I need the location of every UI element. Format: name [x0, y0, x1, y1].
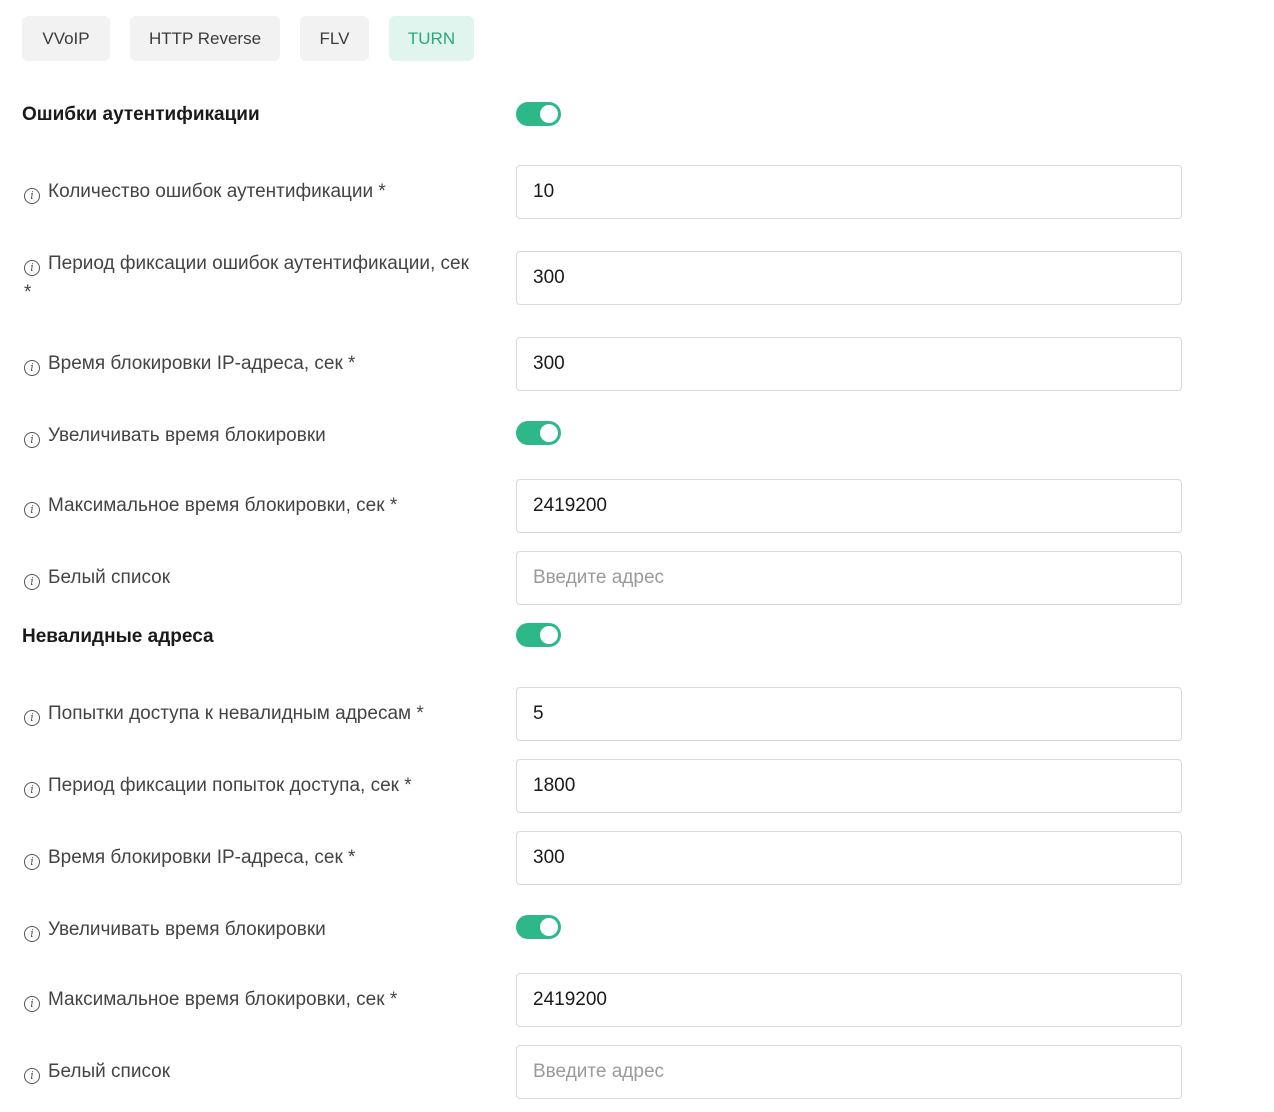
label-invalid-access-attempts: i Попытки доступа к невалидным адресам *: [24, 699, 474, 728]
label-auth-increase-block: i Увеличивать время блокировки: [24, 421, 474, 450]
info-icon[interactable]: i: [24, 926, 40, 942]
tab-http-reverse[interactable]: HTTP Reverse: [130, 16, 280, 61]
invalid-whitelist-input[interactable]: [516, 1045, 1182, 1099]
invalid-attempt-period-input[interactable]: [516, 759, 1182, 813]
auth-max-block-time-input[interactable]: [516, 479, 1182, 533]
label-text: Белый список: [48, 567, 171, 588]
label-text: Время блокировки IP-адреса, сек *: [48, 353, 356, 374]
info-icon[interactable]: i: [24, 574, 40, 590]
label-auth-whitelist: i Белый список: [24, 563, 474, 592]
auth-block-time-input[interactable]: [516, 337, 1182, 391]
label-invalid-block-time: i Время блокировки IP-адреса, сек *: [24, 843, 474, 872]
label-text: Время блокировки IP-адреса, сек *: [48, 847, 356, 868]
label-text: Количество ошибок аутентификации *: [48, 181, 386, 202]
toggle-knob: [540, 105, 558, 123]
info-icon[interactable]: i: [24, 432, 40, 448]
label-auth-error-period: i Период фиксации ошибок аутентификации, …: [24, 249, 474, 307]
label-text: Период фиксации попыток доступа, сек *: [48, 775, 412, 796]
auth-error-count-input[interactable]: [516, 165, 1182, 219]
label-invalid-whitelist: i Белый список: [24, 1057, 474, 1086]
info-icon[interactable]: i: [24, 710, 40, 726]
label-text: Максимальное время блокировки, сек *: [48, 989, 398, 1010]
invalid-increase-block-toggle[interactable]: [516, 915, 561, 939]
label-text: Попытки доступа к невалидным адресам *: [48, 703, 424, 724]
label-text: Период фиксации ошибок аутентификации, с…: [24, 253, 469, 303]
auth-whitelist-input[interactable]: [516, 551, 1182, 605]
label-invalid-increase-block: i Увеличивать время блокировки: [24, 915, 474, 944]
invalid-max-block-time-input[interactable]: [516, 973, 1182, 1027]
info-icon[interactable]: i: [24, 502, 40, 518]
toggle-knob: [540, 626, 558, 644]
section-title-invalid-addresses: Невалидные адреса: [22, 626, 214, 647]
auth-increase-block-toggle[interactable]: [516, 421, 561, 445]
auth-errors-toggle[interactable]: [516, 102, 561, 126]
section-title-auth-errors: Ошибки аутентификации: [22, 104, 260, 125]
invalid-addresses-toggle[interactable]: [516, 623, 561, 647]
toggle-knob: [540, 918, 558, 936]
label-text: Максимальное время блокировки, сек *: [48, 495, 398, 516]
tab-vvoip[interactable]: VVoIP: [22, 16, 110, 61]
label-text: Белый список: [48, 1061, 171, 1082]
label-invalid-attempt-period: i Период фиксации попыток доступа, сек *: [24, 771, 474, 800]
info-icon[interactable]: i: [24, 260, 40, 276]
label-text: Увеличивать время блокировки: [48, 425, 326, 446]
info-icon[interactable]: i: [24, 854, 40, 870]
info-icon[interactable]: i: [24, 996, 40, 1012]
label-text: Увеличивать время блокировки: [48, 919, 326, 940]
info-icon[interactable]: i: [24, 188, 40, 204]
invalid-block-time-input[interactable]: [516, 831, 1182, 885]
info-icon[interactable]: i: [24, 360, 40, 376]
toggle-knob: [540, 424, 558, 442]
label-auth-max-block-time: i Максимальное время блокировки, сек *: [24, 491, 474, 520]
label-invalid-max-block-time: i Максимальное время блокировки, сек *: [24, 985, 474, 1014]
info-icon[interactable]: i: [24, 782, 40, 798]
auth-error-period-input[interactable]: [516, 251, 1182, 305]
tab-turn[interactable]: TURN: [389, 16, 474, 61]
info-icon[interactable]: i: [24, 1068, 40, 1084]
invalid-access-attempts-input[interactable]: [516, 687, 1182, 741]
label-auth-error-count: i Количество ошибок аутентификации *: [24, 177, 474, 206]
tab-flv[interactable]: FLV: [300, 16, 369, 61]
label-auth-block-time: i Время блокировки IP-адреса, сек *: [24, 349, 474, 378]
